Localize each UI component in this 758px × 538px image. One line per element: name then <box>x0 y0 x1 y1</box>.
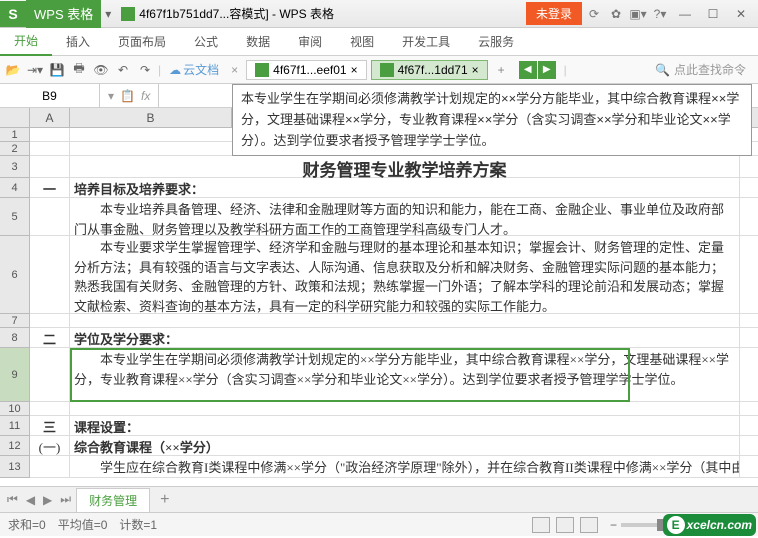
tab2-label: 4f67f...1dd71 <box>398 63 468 77</box>
row-header-2[interactable]: 2 <box>0 142 30 156</box>
sheet-first-icon[interactable]: ⏮ <box>4 492 21 507</box>
doc-tab-1[interactable]: 4f67f1...eef01 × <box>246 60 366 80</box>
status-avg: 平均值=0 <box>58 516 108 533</box>
undo-icon[interactable]: ↶ <box>114 61 132 79</box>
add-sheet-icon[interactable]: + <box>152 491 177 509</box>
menu-insert[interactable]: 插入 <box>52 28 104 56</box>
redo-icon[interactable]: ↷ <box>136 61 154 79</box>
tab2-close-icon[interactable]: × <box>472 63 479 77</box>
sec1-num: 一 <box>30 178 70 197</box>
menu-cloud[interactable]: 云服务 <box>464 28 528 56</box>
view-break-icon[interactable] <box>580 517 598 533</box>
doc-tab-2[interactable]: 4f67f...1dd71 × <box>371 60 488 80</box>
col-header-b[interactable]: B <box>70 108 232 127</box>
sec1-title: 培养目标及培养要求： <box>70 178 740 197</box>
row-header-6[interactable]: 6 <box>0 236 30 314</box>
row-header-12[interactable]: 12 <box>0 436 30 456</box>
tab-prev-button[interactable]: ◀ <box>519 61 537 79</box>
status-sum: 求和=0 <box>8 516 46 533</box>
print-icon[interactable]: 🖶 <box>70 61 88 79</box>
para-r5: 本专业培养具备管理、经济、法律和金融理财等方面的知识和能力，能在工商、金融企业、… <box>70 198 740 235</box>
cloud-label: 云文档 <box>183 61 219 78</box>
row-header-4[interactable]: 4 <box>0 178 30 198</box>
row-header-1[interactable]: 1 <box>0 128 30 142</box>
row-header-8[interactable]: 8 <box>0 328 30 348</box>
menu-data[interactable]: 数据 <box>232 28 284 56</box>
col-header-a[interactable]: A <box>30 108 70 127</box>
login-status[interactable]: 未登录 <box>526 2 582 25</box>
open-icon[interactable]: 📂 <box>4 61 22 79</box>
name-box[interactable]: B9 <box>0 84 100 108</box>
watermark-text: xcelcn.com <box>687 518 752 532</box>
row-header-3[interactable]: 3 <box>0 156 30 178</box>
tab1-label: 4f67f1...eef01 <box>273 63 346 77</box>
doc-title: 财务管理专业教学培养方案 <box>70 156 740 177</box>
add-tab-icon[interactable]: + <box>492 63 511 77</box>
sheet-prev-icon[interactable]: ◀ <box>23 493 38 507</box>
menu-start[interactable]: 开始 <box>0 28 52 56</box>
cell-tooltip: 本专业学生在学期间必须修满教学计划规定的××学分方能毕业，其中综合教育课程××学… <box>232 84 752 156</box>
sec3-title: 课程设置： <box>70 416 740 435</box>
view-normal-icon[interactable] <box>532 517 550 533</box>
search-placeholder: 点此查找命令 <box>674 61 746 78</box>
fb-dropdown-icon[interactable]: ▾ <box>108 89 114 103</box>
title-filename: 4f67f1b751dd7...容模式] - WPS 表格 <box>115 5 340 22</box>
skin-icon[interactable]: ▣▾ <box>628 4 648 24</box>
menu-layout[interactable]: 页面布局 <box>104 28 180 56</box>
sub1-title: 综合教育课程（××学分） <box>70 436 740 455</box>
para-r13: 学生应在综合教育I类课程中修满××学分（"政治经济学原理"除外），并在综合教育I… <box>70 456 740 477</box>
search-icon: 🔍 <box>655 63 670 77</box>
para-r9: 本专业学生在学期间必须修满教学计划规定的××学分方能毕业，其中综合教育课程××学… <box>70 348 740 401</box>
preview-icon[interactable]: 👁 <box>92 61 110 79</box>
watermark: Excelcn.com <box>663 514 756 536</box>
row-header-11[interactable]: 11 <box>0 416 30 436</box>
close-button[interactable]: ✕ <box>728 2 754 26</box>
sheet-tab-1[interactable]: 财务管理 <box>76 488 150 512</box>
save-icon[interactable]: 💾 <box>48 61 66 79</box>
app-title: WPS 表格 <box>26 0 101 28</box>
tab-next-button[interactable]: ▶ <box>538 61 556 79</box>
help-icon[interactable]: ?▾ <box>650 4 670 24</box>
fb-copy-icon[interactable]: 📋 <box>120 89 135 103</box>
sync-icon[interactable]: ⟳ <box>584 4 604 24</box>
tab-close-1[interactable]: × <box>227 63 242 77</box>
para-r6: 本专业要求学生掌握管理学、经济学和金融与理财的基本理论和基本知识；掌握会计、财务… <box>70 236 740 313</box>
sheet-last-icon[interactable]: ⏭ <box>57 492 74 507</box>
cloud-docs[interactable]: ☁ 云文档 <box>165 61 223 78</box>
select-all-corner[interactable] <box>0 108 30 127</box>
row-header-13[interactable]: 13 <box>0 456 30 478</box>
row-header-5[interactable]: 5 <box>0 198 30 236</box>
sec3-num: 三 <box>30 416 70 435</box>
settings-icon[interactable]: ✿ <box>606 4 626 24</box>
zoom-out-icon[interactable]: − <box>610 518 617 532</box>
export-icon[interactable]: ⇥▾ <box>26 61 44 79</box>
row-header-7[interactable]: 7 <box>0 314 30 328</box>
cloud-icon: ☁ <box>169 63 181 77</box>
row-header-10[interactable]: 10 <box>0 402 30 416</box>
command-search[interactable]: 🔍 点此查找命令 <box>655 61 754 78</box>
tab1-close-icon[interactable]: × <box>351 63 358 77</box>
menu-review[interactable]: 审阅 <box>284 28 336 56</box>
fx-icon[interactable]: fx <box>141 89 150 103</box>
row-header-9[interactable]: 9 <box>0 348 30 402</box>
file-icon <box>255 63 269 77</box>
file-icon <box>380 63 394 77</box>
maximize-button[interactable]: ☐ <box>700 2 726 26</box>
filename-text: 4f67f1b751dd7...容模式] - WPS 表格 <box>139 5 334 22</box>
sec2-num: 二 <box>30 328 70 347</box>
minimize-button[interactable]: — <box>672 2 698 26</box>
sub1-num: (一) <box>30 436 70 455</box>
menu-formula[interactable]: 公式 <box>180 28 232 56</box>
menu-dev[interactable]: 开发工具 <box>388 28 464 56</box>
view-page-icon[interactable] <box>556 517 574 533</box>
file-icon <box>121 7 135 21</box>
wps-logo: S <box>0 1 26 27</box>
status-count: 计数=1 <box>119 516 157 533</box>
sheet-next-icon[interactable]: ▶ <box>40 493 55 507</box>
sec2-title: 学位及学分要求： <box>70 328 740 347</box>
menu-view[interactable]: 视图 <box>336 28 388 56</box>
title-dropdown-icon[interactable]: ▾ <box>101 7 115 21</box>
